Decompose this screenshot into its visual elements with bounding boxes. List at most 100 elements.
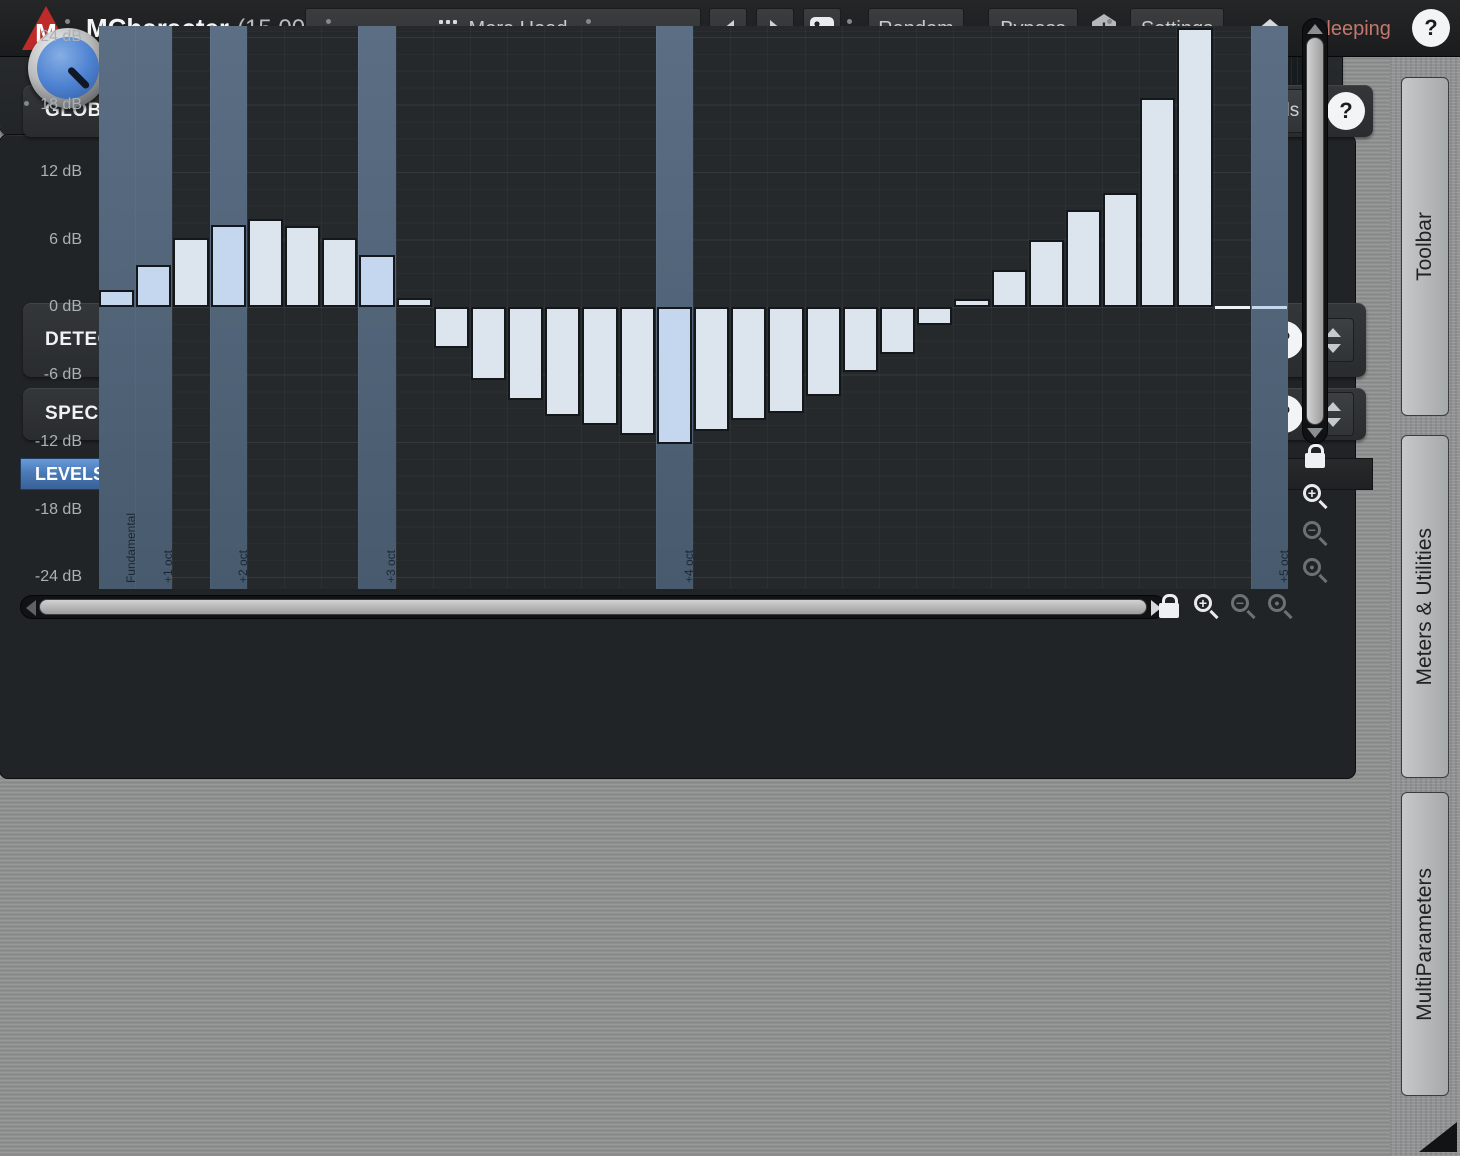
level-bar[interactable] [322, 238, 357, 307]
harmonic-column-fundamental[interactable]: Fundamental [99, 26, 135, 589]
harmonic-levels-plot[interactable]: Fundamental+1 oct +2 oct +3 oct +4 oct +5 oc… [99, 26, 1288, 589]
level-bar[interactable] [1215, 306, 1250, 309]
y-axis-label: 0 dB [2, 297, 82, 317]
level-bar[interactable] [843, 307, 878, 372]
horizontal-zoom-out-button[interactable]: − [1225, 588, 1261, 624]
harmonic-column[interactable] [433, 26, 470, 589]
harmonic-column[interactable] [544, 26, 581, 589]
level-bar[interactable] [173, 238, 208, 307]
harmonic-column[interactable] [581, 26, 618, 589]
harmonic-column[interactable] [693, 26, 730, 589]
y-axis-label: 18 dB [2, 95, 82, 115]
y-axis: 24 dB18 dB12 dB6 dB0 dB-6 dB-12 dB-18 dB… [0, 26, 92, 589]
harmonic-column[interactable] [953, 26, 990, 589]
level-bar[interactable] [582, 307, 617, 425]
harmonic-column-+1-oct[interactable]: +1 oct [135, 26, 172, 589]
level-bar[interactable] [359, 255, 394, 307]
level-bar[interactable] [917, 307, 952, 325]
level-bar[interactable] [806, 307, 841, 396]
harmonic-column[interactable] [805, 26, 842, 589]
harmonic-column[interactable] [470, 26, 507, 589]
harmonic-column[interactable] [172, 26, 209, 589]
horizontal-zoom-scrollbar[interactable] [20, 595, 1166, 619]
level-bar[interactable] [1103, 193, 1138, 307]
horizontal-zoom-in-button[interactable]: + [1188, 588, 1224, 624]
scroll-up-icon[interactable] [1307, 24, 1323, 34]
vertical-zoom-fit-button[interactable]: • [1296, 558, 1334, 582]
harmonic-column[interactable] [1214, 26, 1251, 589]
level-bar[interactable] [285, 226, 320, 307]
level-bar[interactable] [731, 307, 766, 420]
level-bar[interactable] [694, 307, 729, 431]
harmonic-column[interactable] [1176, 26, 1213, 589]
scroll-left-icon[interactable] [26, 600, 36, 616]
y-axis-label: 6 dB [2, 230, 82, 250]
harmonic-column[interactable] [507, 26, 544, 589]
level-bar[interactable] [434, 307, 469, 348]
harmonic-column-+5-oct[interactable]: +5 oct [1251, 26, 1288, 589]
level-bar[interactable] [211, 225, 246, 307]
level-bar[interactable] [1140, 98, 1175, 307]
harmonic-column[interactable] [916, 26, 953, 589]
level-bar[interactable] [880, 307, 915, 354]
horizontal-zoom-lock-button[interactable] [1151, 588, 1187, 624]
knob-tick [326, 19, 331, 24]
y-axis-label: -18 dB [2, 500, 82, 520]
globals-help-button[interactable]: ? [1327, 92, 1365, 130]
zoom-in-icon: + [1194, 594, 1218, 618]
level-bar[interactable] [248, 219, 283, 307]
sidebar-tab-multiparameters[interactable]: MultiParameters [1401, 792, 1449, 1096]
harmonic-column[interactable] [321, 26, 358, 589]
knob-tick [1107, 19, 1112, 24]
vertical-zoom-lock-button[interactable] [1296, 444, 1334, 468]
right-sidebar: Toolbar Meters & Utilities MultiParameters [1390, 57, 1460, 1156]
sidebar-tab-toolbar[interactable]: Toolbar [1401, 77, 1449, 416]
horizontal-zoom-fit-button[interactable]: • [1262, 588, 1298, 624]
harmonic-column[interactable] [284, 26, 321, 589]
scroll-down-icon[interactable] [1307, 428, 1323, 438]
harmonic-column[interactable] [730, 26, 767, 589]
vertical-zoom-in-button[interactable]: + [1296, 484, 1334, 508]
harmonic-column[interactable] [396, 26, 433, 589]
help-button[interactable]: ? [1412, 9, 1450, 47]
level-bar[interactable] [1029, 240, 1064, 308]
vertical-zoom-scrollbar[interactable] [1302, 18, 1328, 444]
harmonic-column[interactable] [1065, 26, 1102, 589]
harmonic-column-label: +5 oct [1277, 550, 1288, 583]
level-bar[interactable] [657, 307, 692, 444]
harmonic-column[interactable] [1102, 26, 1139, 589]
level-bar[interactable] [768, 307, 803, 413]
level-bar[interactable] [99, 290, 134, 307]
harmonic-column[interactable] [842, 26, 879, 589]
harmonic-column[interactable] [767, 26, 804, 589]
sidebar-tab-meters-utilities[interactable]: Meters & Utilities [1401, 435, 1449, 778]
level-bar[interactable] [620, 307, 655, 435]
resize-handle[interactable] [1419, 1122, 1457, 1152]
harmonic-column[interactable] [879, 26, 916, 589]
level-bar[interactable] [136, 265, 171, 307]
level-bar[interactable] [545, 307, 580, 416]
harmonic-column[interactable] [1028, 26, 1065, 589]
sidebar-tab-label: Meters & Utilities [1413, 528, 1437, 686]
harmonic-column-+4-oct[interactable]: +4 oct [656, 26, 693, 589]
harmonic-column[interactable] [619, 26, 656, 589]
vertical-zoom-out-button[interactable]: − [1296, 521, 1334, 545]
level-bar[interactable] [992, 270, 1027, 307]
harmonic-column-+3-oct[interactable]: +3 oct [358, 26, 395, 589]
vertical-scroll-thumb[interactable] [1306, 37, 1324, 425]
level-bar[interactable] [1252, 306, 1287, 309]
level-bar[interactable] [471, 307, 506, 380]
level-bar[interactable] [954, 299, 989, 307]
harmonic-column[interactable] [991, 26, 1028, 589]
level-bar[interactable] [1177, 28, 1212, 307]
level-bar[interactable] [1066, 210, 1101, 307]
harmonic-column[interactable] [247, 26, 284, 589]
level-bar[interactable] [397, 298, 432, 307]
sidebar-tab-label: Toolbar [1413, 212, 1437, 281]
horizontal-scroll-thumb[interactable] [39, 599, 1147, 615]
harmonic-column-+2-oct[interactable]: +2 oct [210, 26, 247, 589]
y-axis-label: -12 dB [2, 432, 82, 452]
levels-chart-panel: 24 dB18 dB12 dB6 dB0 dB-6 dB-12 dB-18 dB… [0, 135, 1355, 778]
harmonic-column[interactable] [1139, 26, 1176, 589]
level-bar[interactable] [508, 307, 543, 400]
